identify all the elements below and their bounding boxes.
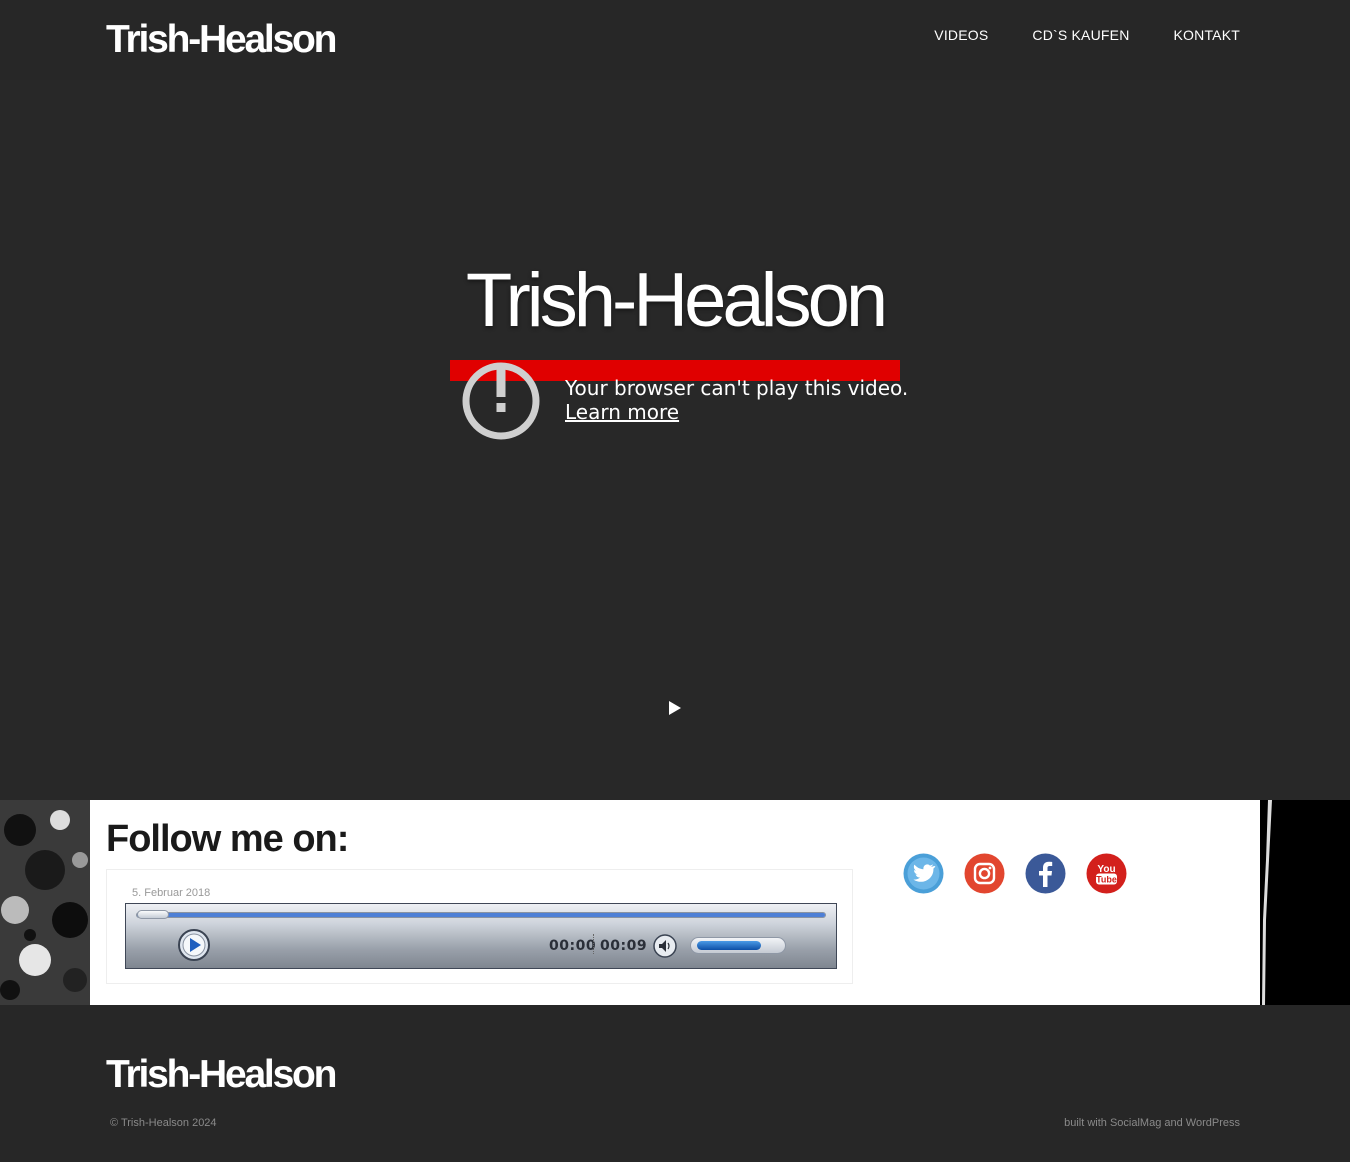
nav-item-kontakt[interactable]: KONTAKT bbox=[1174, 26, 1240, 44]
follow-section: Follow me on: 5. Februar 2018 00:00 00:0… bbox=[0, 800, 1350, 1005]
time-separator bbox=[593, 934, 594, 954]
audio-play-button[interactable] bbox=[178, 929, 210, 961]
audio-current-time: 00:00 bbox=[549, 938, 597, 954]
site-footer: Trish-Healson © Trish-Healson 2024 built… bbox=[0, 1005, 1350, 1162]
audio-progress-handle[interactable] bbox=[137, 910, 169, 919]
audio-progress-bar[interactable] bbox=[136, 910, 826, 919]
audio-player-card: 5. Februar 2018 00:00 00:09 bbox=[106, 869, 853, 984]
hero-video-section: Trish-Healson Your browser can't play th… bbox=[0, 80, 1350, 800]
site-logo[interactable]: Trish-Healson bbox=[106, 18, 338, 62]
site-header: Trish-Healson VIDEOS CD`S KAUFEN KONTAKT bbox=[0, 0, 1350, 80]
footer-logo[interactable]: Trish-Healson bbox=[106, 1053, 338, 1097]
video-error-message: Your browser can't play this video. bbox=[565, 376, 909, 400]
exclamation-circle-icon bbox=[461, 361, 541, 441]
volume-level bbox=[697, 941, 761, 950]
youtube-icon[interactable]: You Tube bbox=[1086, 853, 1127, 894]
facebook-icon[interactable] bbox=[1025, 853, 1066, 894]
built-with-text: built with SocialMag and WordPress bbox=[1064, 1117, 1240, 1129]
audio-date: 5. Februar 2018 bbox=[132, 887, 211, 899]
audio-player: 00:00 00:09 bbox=[125, 903, 837, 969]
audio-duration: 00:09 bbox=[600, 938, 648, 954]
nav-item-cds-kaufen[interactable]: CD`S KAUFEN bbox=[1032, 26, 1129, 44]
play-icon[interactable] bbox=[667, 699, 683, 717]
decorative-image-right bbox=[1260, 800, 1350, 1005]
learn-more-link[interactable]: Learn more bbox=[565, 400, 679, 424]
instagram-icon[interactable] bbox=[964, 853, 1005, 894]
decorative-image-left bbox=[0, 800, 90, 1005]
follow-title: Follow me on: bbox=[106, 818, 349, 860]
social-links: You Tube bbox=[903, 853, 1127, 894]
nav-item-videos[interactable]: VIDEOS bbox=[934, 26, 988, 44]
main-nav: VIDEOS CD`S KAUFEN KONTAKT bbox=[934, 26, 1240, 44]
audio-progress-track bbox=[137, 913, 825, 917]
twitter-icon[interactable] bbox=[903, 853, 944, 894]
copyright-text: © Trish-Healson 2024 bbox=[110, 1117, 217, 1129]
volume-icon[interactable] bbox=[653, 934, 677, 958]
volume-slider[interactable] bbox=[690, 937, 786, 954]
hero-title: Trish-Healson bbox=[465, 258, 888, 343]
svg-text:Tube: Tube bbox=[1096, 875, 1117, 885]
svg-text:You: You bbox=[1097, 864, 1115, 875]
